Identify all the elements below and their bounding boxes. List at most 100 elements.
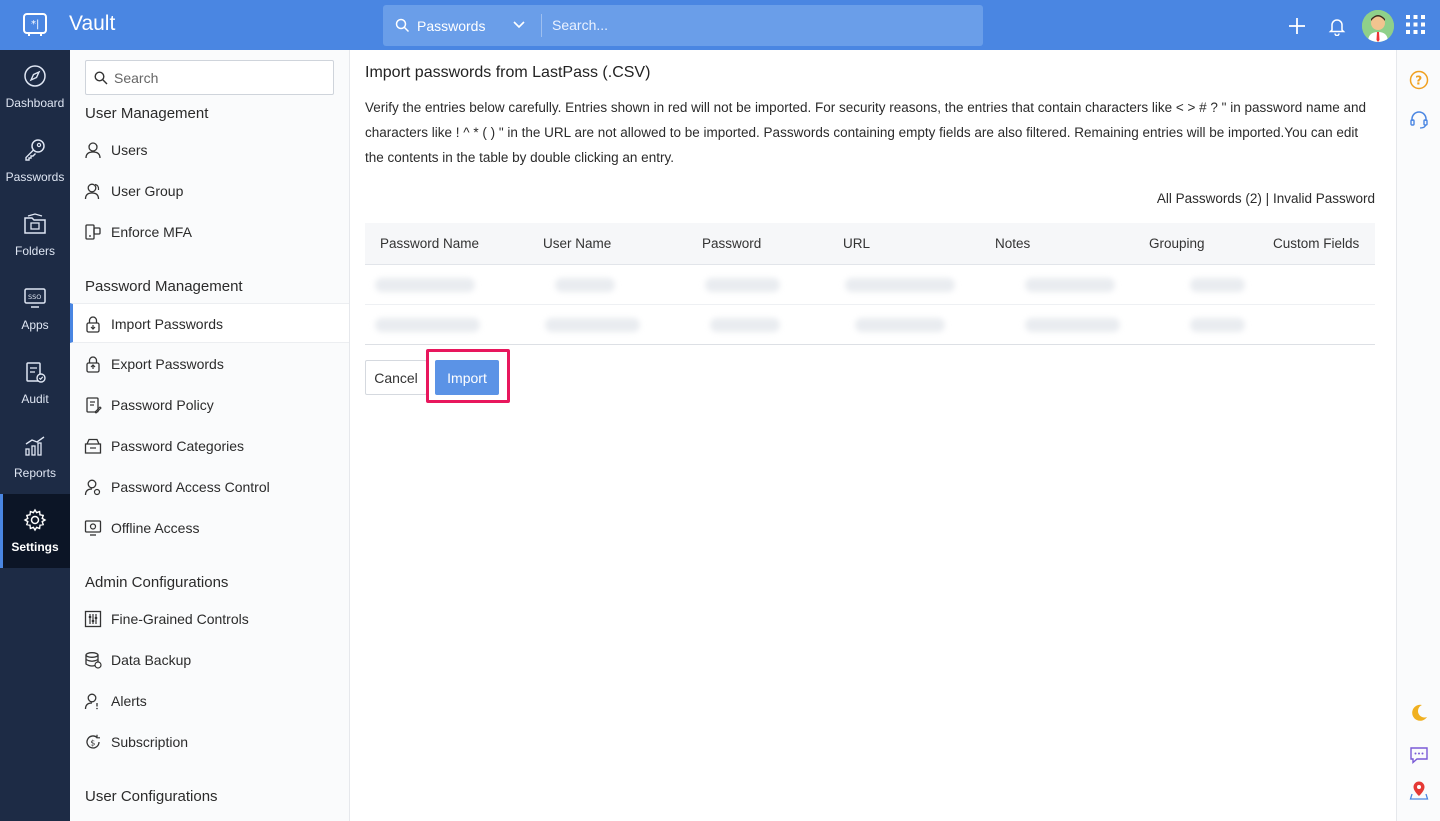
section-title: Password Management [85, 278, 243, 295]
sidebar-item-label: Export Passwords [111, 356, 224, 372]
nav-item-dashboard[interactable]: Dashboard [0, 50, 70, 124]
blurred-cell [375, 318, 480, 332]
cancel-button[interactable]: Cancel [365, 360, 427, 395]
sidebar-item-password-access-control[interactable]: Password Access Control [70, 467, 349, 507]
sidebar-item-label: Subscription [111, 734, 189, 750]
sidebar-item-user-group[interactable]: User Group [70, 171, 349, 211]
search-icon [94, 71, 108, 85]
sidebar-item-export-passwords[interactable]: Export Passwords [70, 344, 349, 384]
sidebar-item-label: Import Passwords [111, 316, 224, 332]
bell-icon[interactable] [1328, 17, 1346, 36]
sidebar-search[interactable] [85, 60, 334, 95]
sidebar-item-alerts[interactable]: Alerts [70, 681, 349, 721]
sidebar-item-enforce-mfa[interactable]: Enforce MFA [70, 212, 349, 252]
column-header: Custom Fields [1273, 236, 1360, 251]
vault-logo-icon[interactable]: *| [22, 12, 48, 38]
blurred-cell [375, 278, 475, 292]
filter-invalid-password[interactable]: Invalid Password [1273, 191, 1375, 206]
sidebar-item-fine-grained-controls[interactable]: Fine-Grained Controls [70, 599, 349, 639]
import-button[interactable]: Import [435, 360, 499, 395]
password-filter: All Passwords (2) | Invalid Password [1157, 191, 1375, 206]
section-title: User Management [85, 105, 209, 122]
nav-item-passwords[interactable]: Passwords [0, 124, 70, 198]
search-scope-dropdown[interactable]: Passwords [383, 5, 541, 46]
search-input[interactable]: Search... [552, 17, 608, 33]
sidebar-item-label: Password Policy [111, 397, 214, 413]
nav-item-folders[interactable]: Folders [0, 198, 70, 272]
nav-label: Folders [14, 244, 55, 258]
right-rail: ? [1396, 50, 1440, 821]
audit-icon [26, 362, 46, 383]
blurred-cell [710, 318, 780, 332]
settings-sidebar: User Management Users User Group Enforce… [70, 50, 350, 821]
nav-item-audit[interactable]: Audit [0, 346, 70, 420]
subscription-icon: $ [86, 734, 100, 749]
user-group-icon [84, 183, 100, 200]
moon-icon[interactable] [1409, 703, 1429, 723]
app-title: Vault [69, 12, 116, 35]
sidebar-search-input[interactable] [114, 68, 324, 88]
sidebar-item-users[interactable]: Users [70, 130, 349, 170]
blurred-cell [1025, 318, 1120, 332]
blurred-cell [555, 278, 615, 292]
nav-item-reports[interactable]: Reports [0, 420, 70, 494]
sidebar-item-import-passwords[interactable]: Import Passwords [70, 303, 349, 343]
left-nav: Dashboard Passwords Folders SSO Apps Aud… [0, 50, 70, 821]
table-header: Password Name User Name Password URL Not… [365, 223, 1375, 265]
user-icon [85, 142, 101, 159]
sidebar-item-label: Offline Access [111, 520, 200, 536]
sidebar-item-password-policy[interactable]: Password Policy [70, 385, 349, 425]
filter-all-passwords[interactable]: All Passwords (2) [1157, 191, 1262, 206]
blurred-cell [545, 318, 640, 332]
nav-label: Audit [21, 392, 49, 406]
svg-text:?: ? [1415, 74, 1422, 88]
table-divider [365, 344, 1375, 345]
column-header: User Name [543, 236, 612, 251]
sidebar-item-password-categories[interactable]: Password Categories [70, 426, 349, 466]
search-divider [541, 14, 542, 37]
dashboard-icon [24, 65, 46, 87]
categories-icon [84, 438, 102, 454]
app-grid-icon[interactable] [1406, 15, 1425, 34]
blurred-cell [855, 318, 945, 332]
section-title: User Configurations [85, 788, 218, 805]
sidebar-item-offline-access[interactable]: Offline Access [70, 508, 349, 548]
database-icon [85, 652, 102, 669]
main-content: Import passwords from LastPass (.CSV) Ve… [350, 50, 1396, 821]
sidebar-item-label: Alerts [111, 693, 147, 709]
nav-label: Reports [13, 466, 57, 480]
nav-label: Dashboard [5, 96, 65, 110]
top-bar: *| Vault Passwords Search... [0, 0, 1440, 50]
blurred-cell [1190, 278, 1245, 292]
search-icon [395, 18, 410, 33]
chevron-down-icon [513, 21, 525, 29]
add-icon[interactable] [1287, 16, 1307, 36]
sidebar-item-label: Fine-Grained Controls [111, 611, 249, 627]
sliders-icon [84, 610, 102, 628]
avatar[interactable] [1362, 10, 1394, 42]
help-icon[interactable]: ? [1409, 70, 1429, 90]
global-search[interactable]: Passwords Search... [383, 5, 983, 46]
lock-import-icon [86, 316, 100, 333]
chat-icon[interactable] [1409, 745, 1429, 765]
nav-item-settings[interactable]: Settings [0, 494, 70, 568]
sidebar-item-label: Enforce MFA [111, 224, 192, 240]
sidebar-item-data-backup[interactable]: Data Backup [70, 640, 349, 680]
svg-text:SSO: SSO [28, 293, 41, 301]
nav-item-apps[interactable]: SSO Apps [0, 272, 70, 346]
sidebar-item-label: Password Access Control [111, 479, 270, 495]
reports-icon [25, 436, 45, 456]
table-row[interactable] [365, 265, 1375, 305]
mfa-icon [85, 224, 101, 240]
sidebar-item-subscription[interactable]: $ Subscription [70, 722, 349, 762]
sidebar-item-label: Password Categories [111, 438, 245, 454]
filter-separator: | [1265, 191, 1270, 206]
column-header: Password Name [380, 236, 480, 251]
column-header: URL [843, 236, 871, 251]
support-headset-icon[interactable] [1409, 110, 1429, 130]
location-pin-icon[interactable] [1409, 780, 1429, 800]
sidebar-item-label: User Group [111, 183, 184, 199]
table-row[interactable] [365, 305, 1375, 345]
nav-label: Passwords [5, 170, 65, 184]
section-title: Admin Configurations [85, 574, 229, 591]
